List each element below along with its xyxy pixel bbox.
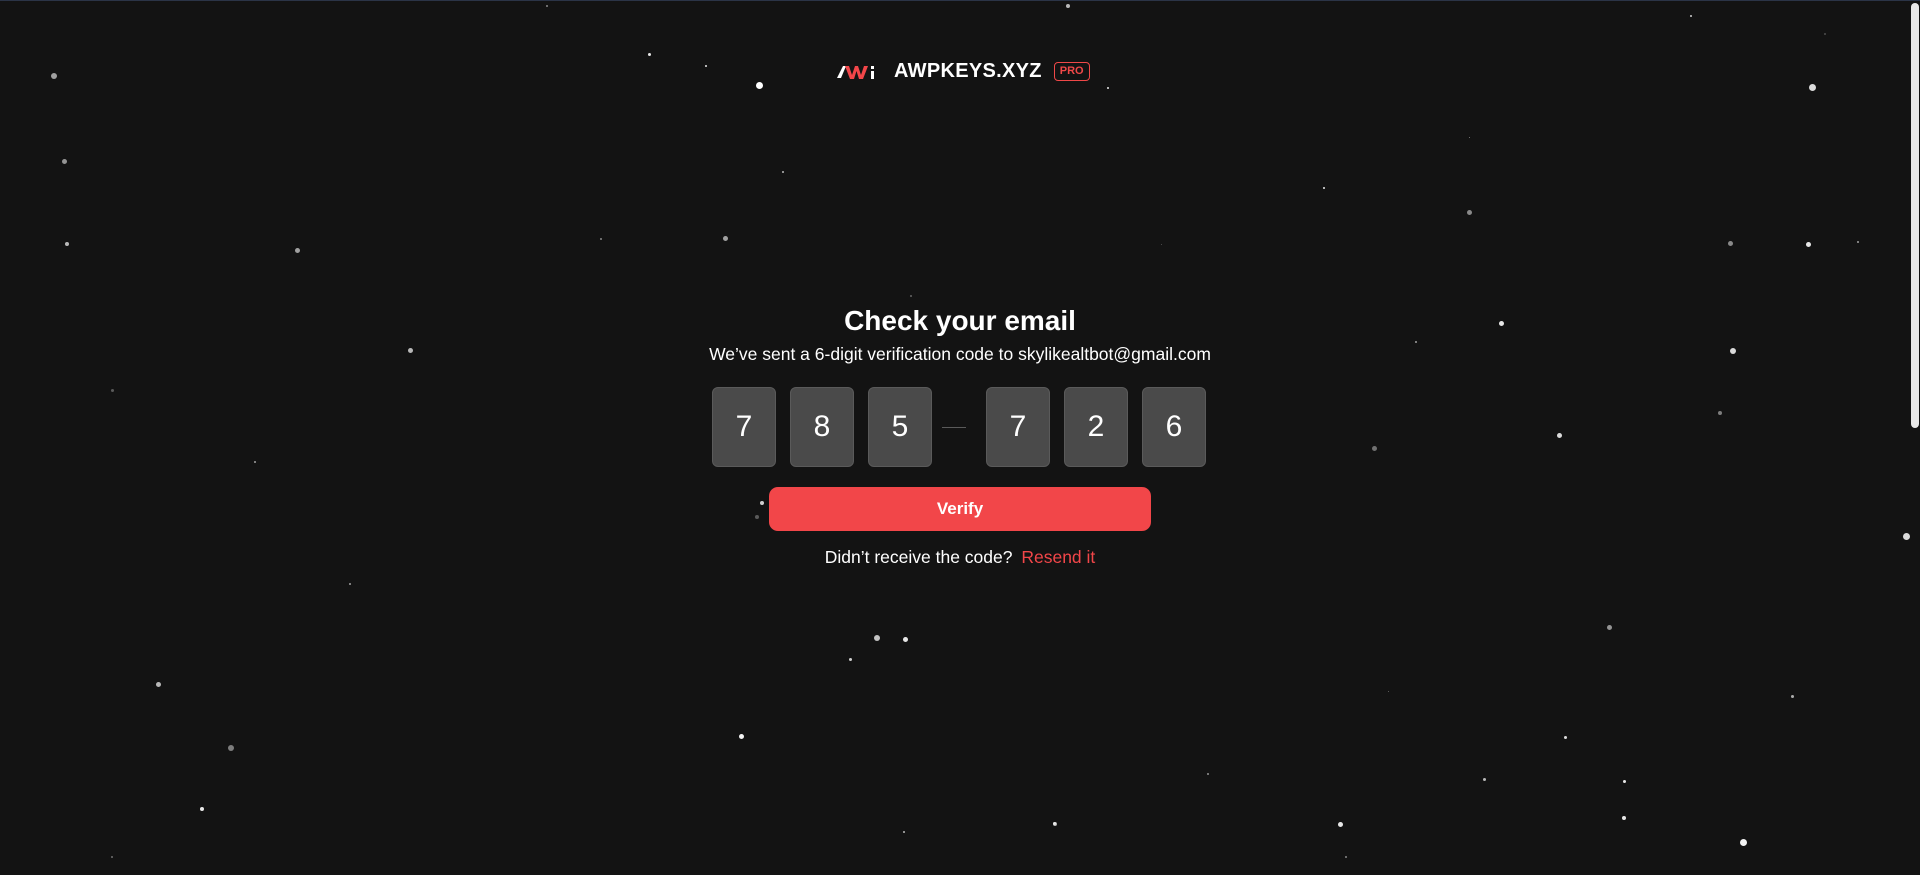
star-dot	[294, 247, 300, 253]
star-dot	[1387, 690, 1389, 692]
star-dot	[902, 636, 908, 642]
star-dot	[1718, 411, 1722, 415]
resend-row: Didn’t receive the code? Resend it	[0, 547, 1920, 568]
code-separator	[942, 426, 966, 428]
pro-badge: PRO	[1053, 61, 1090, 81]
star-dot	[1622, 816, 1626, 820]
star-dot	[755, 515, 759, 519]
star-dot	[705, 65, 707, 67]
star-dot	[1337, 821, 1343, 827]
resend-prompt: Didn’t receive the code?	[824, 547, 1013, 567]
star-dot	[755, 81, 763, 89]
code-digit-2[interactable]: 8	[790, 387, 854, 467]
star-dot	[155, 681, 161, 687]
star-dot	[546, 5, 548, 7]
star-dot	[200, 807, 204, 811]
star-dot	[1468, 136, 1470, 138]
resend-link[interactable]: Resend it	[1021, 547, 1095, 567]
star-dot	[254, 461, 256, 463]
star-dot	[1371, 445, 1377, 451]
star-dot	[1160, 243, 1162, 245]
star-dot	[1727, 240, 1733, 246]
awp-logo-icon	[837, 66, 874, 79]
code-digit-5[interactable]: 2	[1064, 387, 1128, 467]
page-title: Check your email	[844, 305, 1076, 336]
star-dot	[1790, 694, 1794, 698]
star-dot	[1066, 4, 1070, 8]
brand-header: AWPKEYS.XYZ PRO	[837, 56, 1090, 86]
verify-button[interactable]: Verify	[769, 487, 1151, 531]
brand-name: AWPKEYS.XYZ	[894, 59, 1042, 82]
star-dot	[903, 831, 905, 833]
star-dot	[51, 73, 57, 79]
star-dot	[722, 235, 728, 241]
star-dot	[1622, 779, 1626, 783]
star-dot	[738, 733, 744, 739]
code-input-group: 7 8 5 7 2 6	[712, 387, 1206, 467]
star-dot	[782, 171, 784, 173]
star-dot	[1107, 87, 1109, 89]
star-dot	[600, 238, 602, 240]
star-dot	[65, 242, 69, 246]
star-dot	[1207, 773, 1209, 775]
code-digit-3[interactable]: 5	[868, 387, 932, 467]
star-dot	[1415, 341, 1417, 343]
star-dot	[349, 583, 351, 585]
star-dot	[110, 388, 114, 392]
scrollbar[interactable]	[1910, 1, 1920, 875]
star-dot	[848, 657, 852, 661]
code-digit-6[interactable]: 6	[1142, 387, 1206, 467]
star-dot	[647, 52, 651, 56]
star-dot	[1466, 209, 1472, 215]
star-dot	[228, 745, 234, 751]
star-dot	[1808, 83, 1816, 91]
star-dot	[61, 158, 67, 164]
star-dot	[1902, 532, 1910, 540]
code-digit-4[interactable]: 7	[986, 387, 1050, 467]
scrollbar-thumb[interactable]	[1911, 3, 1919, 428]
verification-page: AWPKEYS.XYZ PRO Check your email We’ve s…	[0, 0, 1920, 875]
verification-subtitle: We’ve sent a 6-digit verification code t…	[709, 344, 1211, 364]
star-dot	[1824, 33, 1826, 35]
star-dot	[1323, 187, 1325, 189]
star-dot	[1805, 241, 1811, 247]
star-dot	[1345, 856, 1347, 858]
star-dot	[1053, 822, 1057, 826]
star-dot	[760, 501, 764, 505]
star-dot	[1606, 624, 1612, 630]
code-digit-1[interactable]: 7	[712, 387, 776, 467]
star-dot	[1482, 777, 1486, 781]
star-dot	[1739, 838, 1747, 846]
star-dot	[1563, 735, 1567, 739]
star-dot	[910, 295, 912, 297]
star-dot	[111, 856, 113, 858]
star-dot	[1556, 432, 1562, 438]
star-dot	[1857, 241, 1859, 243]
star-dot	[874, 635, 880, 641]
star-dot	[1690, 15, 1692, 17]
